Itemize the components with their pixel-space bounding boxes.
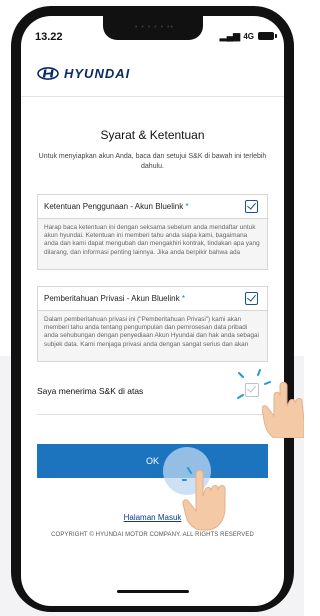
- home-indicator: [117, 590, 189, 593]
- signal-icon: ▂▄▆: [219, 31, 240, 41]
- notch: • • • • • ••: [103, 16, 203, 40]
- accept-all-row[interactable]: Saya menerima S&K di atas: [37, 369, 271, 402]
- required-mark: *: [181, 294, 185, 303]
- terms-of-use-section: Ketentuan Penggunaan - Akun Bluelink * H…: [37, 194, 268, 270]
- privacy-notice-header[interactable]: Pemberitahuan Privasi - Akun Bluelink *: [38, 287, 267, 311]
- terms-of-use-title-text: Ketentuan Penggunaan - Akun Bluelink: [44, 202, 184, 211]
- accept-all-label: Saya menerima S&K di atas: [37, 386, 144, 396]
- privacy-notice-body[interactable]: Dalam pemberitahuan privasi ini ("Pember…: [38, 311, 267, 361]
- terms-of-use-checkbox[interactable]: [245, 200, 258, 213]
- page-title: Syarat & Ketentuan: [100, 128, 205, 142]
- network-label: 4G: [243, 32, 254, 41]
- hyundai-logo: HYUNDAI: [37, 65, 131, 81]
- notch-dots: • • • • • ••: [135, 24, 174, 31]
- privacy-notice-title-text: Pemberitahuan Privasi - Akun Bluelink: [44, 294, 180, 303]
- privacy-notice-section: Pemberitahuan Privasi - Akun Bluelink * …: [37, 286, 268, 362]
- privacy-notice-title: Pemberitahuan Privasi - Akun Bluelink *: [44, 294, 185, 303]
- brand-name: HYUNDAI: [64, 65, 131, 81]
- hyundai-logo-icon: [37, 66, 59, 80]
- terms-of-use-title: Ketentuan Penggunaan - Akun Bluelink *: [44, 202, 189, 211]
- header-divider: [21, 96, 284, 97]
- content-divider: [37, 414, 268, 415]
- status-time: 13.22: [35, 31, 63, 43]
- tap-hand-icon: [182, 467, 226, 531]
- page-subtitle: Untuk menyiapkan akun Anda, baca dan set…: [38, 153, 267, 170]
- status-bar: 13.22 • • • • • •• ▂▄▆ 4G: [21, 16, 284, 46]
- battery-icon: [258, 32, 277, 40]
- required-mark: *: [185, 202, 189, 211]
- privacy-notice-checkbox[interactable]: [245, 292, 258, 305]
- terms-of-use-body[interactable]: Harap baca ketentuan ini dengan seksama …: [38, 219, 267, 269]
- tap-hand-icon: [262, 381, 304, 438]
- terms-of-use-header[interactable]: Ketentuan Penggunaan - Akun Bluelink *: [38, 195, 267, 219]
